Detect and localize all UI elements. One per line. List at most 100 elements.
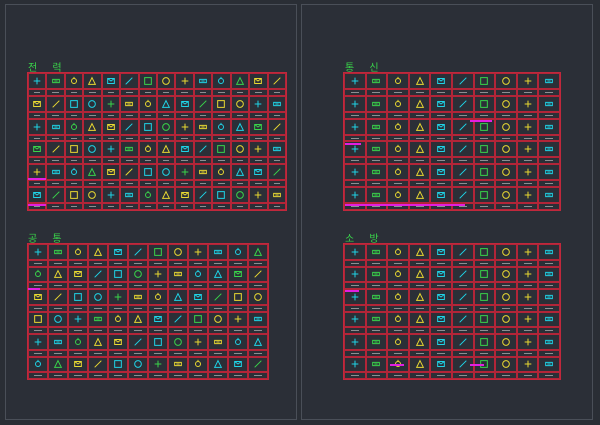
telecom-symbol-cell: [495, 141, 517, 158]
common-symbol-cell: [48, 244, 68, 260]
fire-symbol-icon: [372, 339, 381, 345]
telecom-label-mark: [350, 137, 359, 139]
power-label-mark: [181, 205, 188, 207]
fire-label-mark: [523, 352, 532, 354]
telecom-label-cell: [387, 88, 409, 96]
power-symbol-icon: [51, 191, 60, 199]
telecom-symbol-cell: [344, 95, 366, 112]
fire-symbol-icon: [502, 293, 510, 301]
common-label-mark: [154, 330, 162, 332]
power-symbol-cell: [193, 118, 213, 135]
power-symbol-icon: [181, 77, 188, 85]
power-symbol-cell: [249, 187, 268, 204]
common-symbol-icon: [94, 270, 102, 279]
power-symbol-cell: [249, 164, 268, 181]
common-symbol-cell: [128, 289, 148, 305]
common-symbol-icon: [93, 247, 103, 256]
common-symbol-icon: [114, 293, 122, 301]
fire-label-cell: [365, 259, 388, 267]
common-label-cell: [148, 372, 168, 379]
highlight-underline: [28, 288, 40, 290]
common-symbol-icon: [94, 293, 102, 301]
power-label-mark: [273, 91, 281, 93]
telecom-label-cell: [473, 111, 496, 119]
common-symbol-cell: [68, 266, 88, 283]
power-label-cell: [230, 88, 250, 96]
common-label-mark: [254, 307, 262, 309]
power-symbol-cell: [46, 141, 65, 158]
common-symbol-icon: [195, 360, 202, 368]
power-symbol-cell: [138, 164, 157, 181]
fire-label-mark: [545, 375, 554, 377]
common-symbol-icon: [234, 361, 242, 368]
power-symbol-icon: [273, 168, 281, 176]
power-label-mark: [89, 205, 96, 207]
fire-symbol-cell: [538, 334, 560, 350]
telecom-label-cell: [430, 111, 452, 119]
fire-label-cell: [452, 282, 474, 289]
power-symbol-icon: [143, 168, 152, 177]
common-symbol-icon: [254, 360, 262, 369]
fire-label-cell: [344, 304, 366, 312]
common-symbol-icon: [214, 339, 222, 345]
telecom-symbol-cell: [452, 141, 474, 158]
power-symbol-cell: [267, 73, 286, 89]
common-symbol-icon: [235, 337, 242, 345]
telecom-label-mark: [350, 91, 359, 93]
common-symbol-icon: [35, 270, 42, 278]
fire-symbol-icon: [545, 294, 554, 300]
common-label-cell: [108, 372, 128, 379]
common-label-mark: [254, 352, 262, 354]
power-label-cell: [101, 111, 121, 119]
power-symbol-cell: [193, 95, 213, 112]
telecom-label-cell: [344, 88, 366, 96]
fire-label-cell: [365, 349, 388, 357]
power-label-cell: [64, 180, 84, 188]
fire-label-cell: [538, 259, 560, 267]
fire-label-mark: [437, 375, 446, 377]
telecom-symbol-icon: [372, 147, 381, 152]
common-symbol-icon: [234, 293, 242, 301]
common-symbol-cell: [128, 334, 148, 350]
common-symbol-cell: [228, 289, 248, 305]
power-label-mark: [236, 114, 244, 116]
telecom-label-mark: [502, 160, 510, 162]
common-symbol-cell: [228, 334, 248, 350]
common-symbol-icon: [134, 294, 142, 300]
telecom-symbol-icon: [372, 170, 381, 175]
telecom-symbol-cell: [538, 95, 560, 112]
power-label-mark: [255, 91, 262, 93]
fire-label-cell: [344, 259, 366, 267]
power-label-mark: [70, 114, 78, 116]
fire-label-mark: [415, 375, 424, 377]
fire-symbol-icon: [372, 249, 381, 255]
power-label-mark: [70, 205, 78, 207]
fire-label-mark: [458, 262, 467, 264]
power-symbol-cell: [120, 164, 139, 181]
power-symbol-icon: [199, 170, 207, 175]
fire-symbol-cell: [516, 334, 539, 350]
power-label-mark: [181, 160, 188, 162]
fire-label-cell: [452, 349, 474, 357]
common-label-mark: [134, 307, 142, 309]
power-symbol-cell: [157, 95, 176, 112]
telecom-label-cell: [538, 180, 560, 188]
power-label-mark: [181, 137, 188, 139]
power-label-cell: [230, 203, 250, 210]
fire-label-mark: [437, 352, 446, 354]
telecom-symbol-icon: [502, 191, 510, 199]
power-symbol-cell: [101, 95, 121, 112]
power-symbol-cell: [28, 187, 47, 204]
power-label-mark: [107, 114, 115, 116]
fire-symbol-icon: [394, 337, 401, 345]
telecom-symbol-cell: [516, 95, 539, 112]
telecom-symbol-icon: [394, 76, 401, 84]
telecom-label-mark: [458, 137, 467, 139]
power-label-cell: [64, 203, 84, 210]
fire-label-cell: [365, 327, 388, 334]
fire-label-cell: [516, 304, 539, 312]
power-label-cell: [175, 111, 194, 119]
telecom-symbol-icon: [459, 100, 467, 108]
fire-label-cell: [430, 327, 452, 334]
common-label-mark: [214, 352, 222, 354]
